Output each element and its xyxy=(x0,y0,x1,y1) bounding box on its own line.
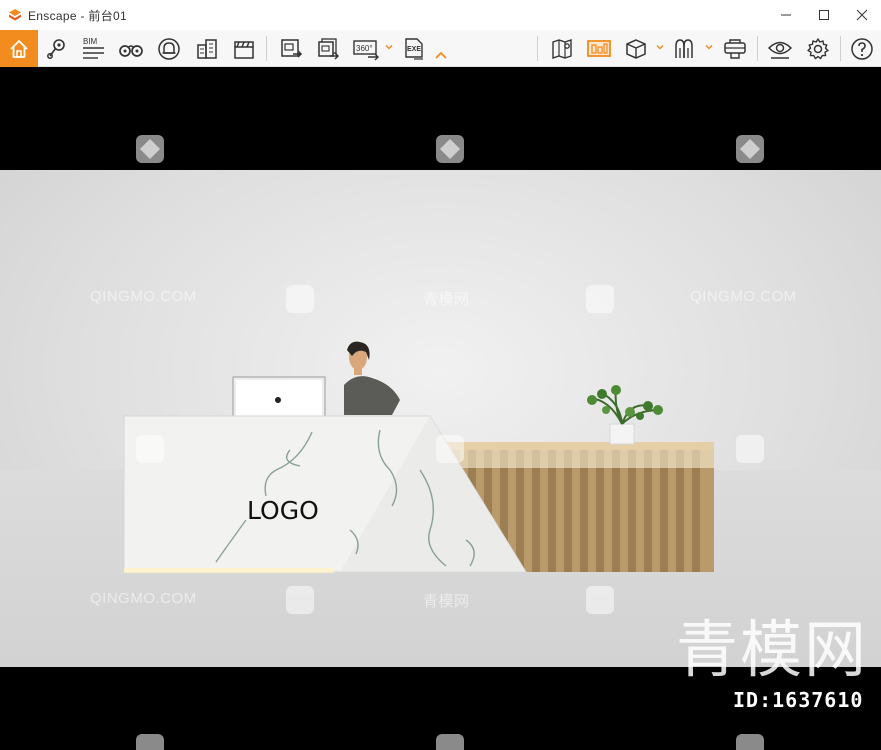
cube-icon xyxy=(626,38,646,59)
watermark-logo-icon xyxy=(436,135,464,163)
watermark-logo-icon xyxy=(436,734,464,750)
watermark-big-text: 青模网 xyxy=(676,613,869,686)
collapse-export-button[interactable] xyxy=(431,30,451,67)
main-toolbar: BIM 360° EXE xyxy=(0,30,881,67)
watermark-logo-icon xyxy=(136,435,164,463)
toolbar-separator xyxy=(840,36,841,61)
watermark-logo-icon xyxy=(286,586,314,614)
binoculars-button[interactable] xyxy=(116,30,146,67)
buildings-button[interactable] xyxy=(192,30,222,67)
clapperboard-icon xyxy=(234,40,254,59)
eye-settings-icon xyxy=(767,41,793,59)
exe-export-icon: EXE xyxy=(405,37,423,60)
svg-text:360°: 360° xyxy=(356,44,373,53)
watermark-logo-icon xyxy=(286,285,314,313)
cube-dropdown-icon[interactable] xyxy=(656,43,664,51)
enscape-logo-icon xyxy=(9,9,21,21)
watermark-cn-text: 青模网 xyxy=(423,291,470,308)
close-icon xyxy=(856,9,868,21)
help-icon xyxy=(851,37,873,60)
video-editor-button[interactable] xyxy=(229,30,259,67)
receptionist-figure xyxy=(344,341,400,415)
watermark-logo-icon xyxy=(136,734,164,750)
close-button[interactable] xyxy=(843,0,881,30)
id-label: ID:1637610 xyxy=(733,688,864,712)
watermark-text: QINGMO.COM xyxy=(90,288,197,305)
watermark-logo-icon xyxy=(586,586,614,614)
batch-export-icon xyxy=(318,37,340,60)
potted-plant xyxy=(587,385,663,445)
asset-library-icon xyxy=(675,38,693,58)
bell-button[interactable] xyxy=(154,30,184,67)
title-bar: Enscape - 前台01 xyxy=(0,0,881,30)
view-settings-button[interactable] xyxy=(764,30,796,67)
location-pin-icon xyxy=(47,38,65,59)
watermark-text: QINGMO.COM xyxy=(90,590,197,607)
visual-settings-button[interactable] xyxy=(584,30,614,67)
maximize-icon xyxy=(819,10,829,20)
minimize-button[interactable] xyxy=(767,0,805,30)
window-title: Enscape - 前台01 xyxy=(28,8,127,23)
vr-headset-button[interactable] xyxy=(719,30,751,67)
asset-library-button[interactable] xyxy=(670,30,700,67)
screenshot-export-icon xyxy=(281,38,303,58)
location-button[interactable] xyxy=(42,30,72,67)
watermark-logo-icon xyxy=(136,135,164,163)
settings-button[interactable] xyxy=(803,30,833,67)
watermark-text: QINGMO.COM xyxy=(690,288,797,305)
render-viewport[interactable]: LOGO QINGMO.COM 青模网 QINGMO.COM QINGMO.CO… xyxy=(0,67,881,750)
vr-headset-icon xyxy=(724,38,746,59)
home-icon xyxy=(10,39,28,58)
buildings-icon xyxy=(197,38,217,59)
asset-dropdown-icon[interactable] xyxy=(705,43,713,51)
panorama-button[interactable]: 360° xyxy=(351,30,381,67)
svg-text:EXE: EXE xyxy=(407,46,421,53)
home-button[interactable] xyxy=(0,30,38,67)
toolbar-separator xyxy=(537,36,538,61)
maximize-button[interactable] xyxy=(805,0,843,30)
gear-icon xyxy=(807,37,829,59)
bell-icon xyxy=(158,37,180,60)
watermark-logo-icon xyxy=(736,435,764,463)
map-icon xyxy=(552,38,572,59)
toolbar-separator xyxy=(757,36,758,61)
watermark-logo-icon xyxy=(736,734,764,750)
help-button[interactable] xyxy=(846,30,878,67)
desk-logo-text: LOGO xyxy=(247,496,319,525)
batch-render-button[interactable] xyxy=(313,30,343,67)
screenshot-button[interactable] xyxy=(276,30,306,67)
watermark-cn-text: 青模网 xyxy=(423,593,470,610)
toolbar-separator xyxy=(266,36,267,61)
watermark-logo-icon xyxy=(436,435,464,463)
bim-button[interactable]: BIM xyxy=(78,30,108,67)
exe-export-button[interactable]: EXE xyxy=(399,30,429,67)
bim-icon: BIM xyxy=(83,37,104,59)
panorama-dropdown-icon[interactable] xyxy=(385,43,393,51)
map-button[interactable] xyxy=(547,30,577,67)
visual-settings-icon xyxy=(587,39,611,57)
minimize-icon xyxy=(781,14,791,16)
binoculars-icon xyxy=(119,44,143,57)
panorama-export-icon: 360° xyxy=(353,39,379,60)
collapse-chevron-icon xyxy=(435,51,447,59)
cube-button[interactable] xyxy=(621,30,651,67)
watermark-logo-icon xyxy=(736,135,764,163)
watermark-logo-icon xyxy=(586,285,614,313)
svg-text:BIM: BIM xyxy=(83,37,98,46)
